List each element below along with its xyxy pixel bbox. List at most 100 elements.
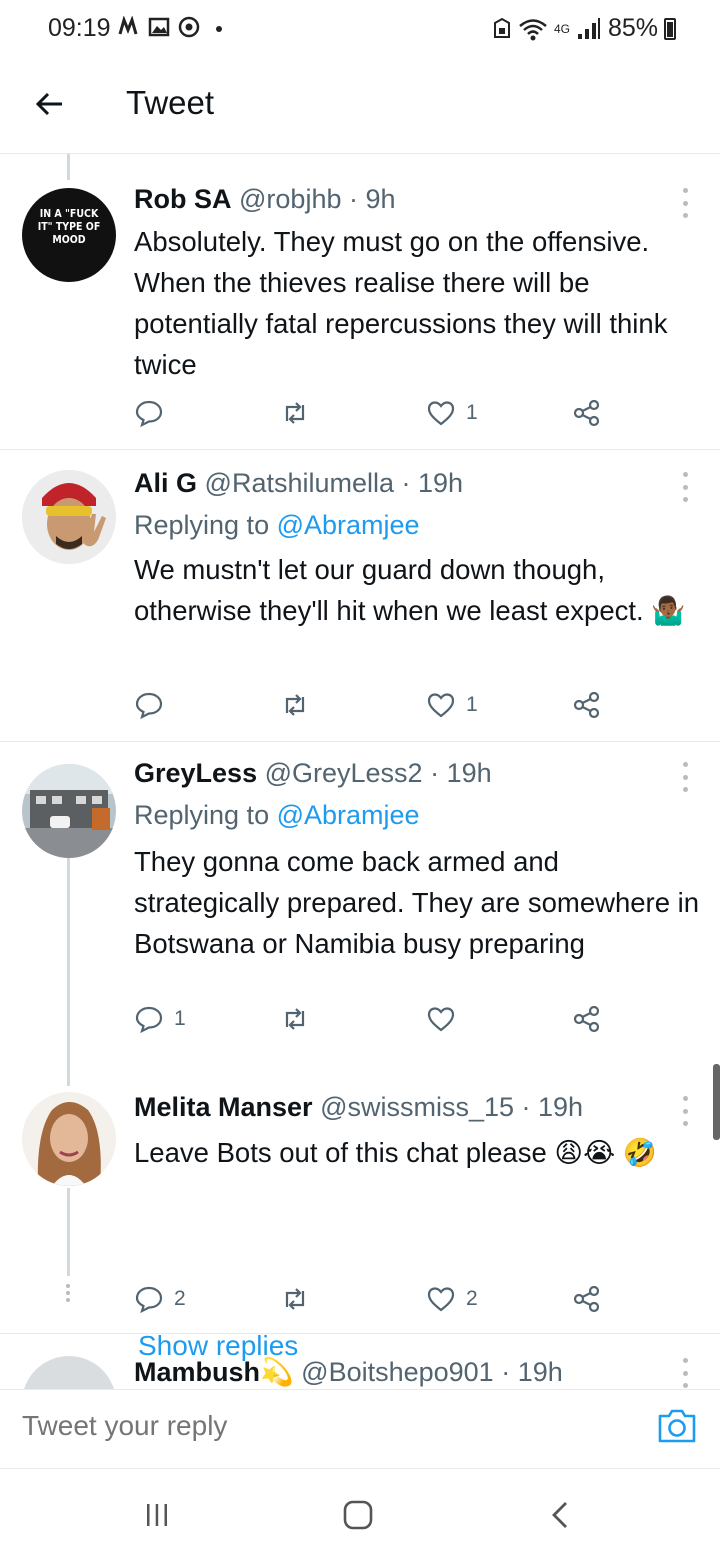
avatar-text: IN A "FUCK IT" TYPE OF MOOD xyxy=(37,208,101,246)
reply-button[interactable] xyxy=(134,398,174,428)
chevron-left-icon xyxy=(552,1502,567,1528)
reply-composer xyxy=(0,1389,720,1469)
tweet-text: They gonna come back armed and strategic… xyxy=(134,846,700,959)
comment-icon xyxy=(135,400,163,428)
battery-icon xyxy=(664,17,676,40)
recent-apps-icon xyxy=(147,1504,167,1526)
author-name[interactable]: Rob SA xyxy=(134,184,232,214)
heart-icon xyxy=(427,1007,455,1032)
like-button[interactable] xyxy=(426,1004,466,1034)
author-name[interactable]: GreyLess xyxy=(134,758,257,788)
tweet-actions: 1 xyxy=(134,690,634,720)
avatar[interactable] xyxy=(22,764,116,858)
thread-gap-indicator xyxy=(66,1284,70,1302)
status-right: 4G 85% xyxy=(492,14,676,43)
author-meta: @Boitshepo901 · 19h xyxy=(301,1357,563,1387)
tweet-header: Rob SA @robjhb · 9h xyxy=(134,184,396,215)
author-name[interactable]: Melita Manser xyxy=(134,1092,313,1122)
tweet-header: Ali G @Ratshilumella · 19h xyxy=(134,468,463,499)
replying-to-label: Replying to xyxy=(134,800,277,830)
author-name[interactable]: Mambush💫 xyxy=(134,1357,294,1387)
like-button[interactable]: 1 xyxy=(426,690,478,720)
avatar-image xyxy=(22,1092,116,1186)
more-options-button[interactable] xyxy=(678,472,692,502)
like-count: 1 xyxy=(466,401,478,424)
more-options-button[interactable] xyxy=(678,188,692,218)
heart-icon xyxy=(427,401,455,426)
share-button[interactable] xyxy=(572,1004,602,1034)
tweet-item[interactable]: IN A "FUCK IT" TYPE OF MOOD Rob SA @robj… xyxy=(0,154,720,450)
reply-button[interactable]: 2 xyxy=(134,1284,186,1314)
status-time: 09:19 xyxy=(48,14,111,42)
more-options-button[interactable] xyxy=(678,762,692,792)
status-bar: 09:19 4G 85% xyxy=(0,0,720,58)
chrome-icon xyxy=(178,16,200,38)
tweet-item[interactable]: Melita Manser @swissmiss_15 · 19h Leave … xyxy=(0,1062,720,1361)
retweet-icon xyxy=(285,694,305,716)
share-button[interactable] xyxy=(572,398,602,428)
retweet-icon xyxy=(285,1008,305,1030)
signal-icon xyxy=(577,17,600,39)
lock-badge-icon xyxy=(493,17,510,38)
comment-icon xyxy=(135,1006,163,1034)
system-nav-bar xyxy=(0,1470,720,1560)
reply-button[interactable] xyxy=(134,690,174,720)
like-count: 2 xyxy=(466,1287,478,1310)
more-options-button[interactable] xyxy=(678,1358,692,1388)
more-options-button[interactable] xyxy=(678,1096,692,1126)
share-icon xyxy=(573,1005,600,1033)
recent-apps-button[interactable] xyxy=(137,1500,177,1530)
tweet-header: GreyLess @GreyLess2 · 19h xyxy=(134,758,492,789)
replying-to-handle[interactable]: @Abramjee xyxy=(277,510,420,540)
share-icon xyxy=(573,399,600,427)
share-button[interactable] xyxy=(572,1284,602,1314)
home-button[interactable] xyxy=(338,1500,378,1530)
tweet-actions: 2 2 xyxy=(134,1284,634,1314)
tweet-text: Leave Bots out of this chat please 😩😭 🤣 xyxy=(134,1137,658,1168)
author-meta: @swissmiss_15 · 19h xyxy=(320,1092,584,1122)
tweet-item[interactable]: Mambush💫 @Boitshepo901 · 19h xyxy=(0,1334,720,1389)
back-button[interactable] xyxy=(28,82,72,126)
back-nav-button[interactable] xyxy=(540,1500,580,1530)
dot-icon xyxy=(216,26,222,32)
share-button[interactable] xyxy=(572,690,602,720)
tweet-item[interactable]: GreyLess @GreyLess2 · 19h Replying to @A… xyxy=(0,742,720,1062)
tweet-text: Absolutely. They must go on the offensiv… xyxy=(134,226,668,380)
reply-input[interactable] xyxy=(22,1404,622,1448)
tweet-item[interactable]: Ali G @Ratshilumella · 19h Replying to @… xyxy=(0,450,720,742)
scrollbar-thumb[interactable] xyxy=(713,1064,720,1140)
avatar[interactable] xyxy=(22,1092,116,1186)
avatar[interactable]: IN A "FUCK IT" TYPE OF MOOD xyxy=(22,188,116,282)
retweet-button[interactable] xyxy=(280,1284,310,1314)
retweet-icon xyxy=(285,1288,305,1310)
heart-icon xyxy=(427,1287,455,1312)
retweet-button[interactable] xyxy=(280,1004,310,1034)
retweet-button[interactable] xyxy=(280,690,310,720)
tweet-feed[interactable]: IN A "FUCK IT" TYPE OF MOOD Rob SA @robj… xyxy=(0,154,720,1389)
tweet-actions: 1 xyxy=(134,1004,634,1034)
author-meta: @Ratshilumella · 19h xyxy=(204,468,464,498)
avatar[interactable] xyxy=(22,470,116,564)
comment-icon xyxy=(135,1286,163,1314)
tweet-text: We mustn't let our guard down though, ot… xyxy=(134,554,686,626)
replying-to: Replying to @Abramjee xyxy=(134,800,420,831)
avatar-image xyxy=(22,764,116,858)
author-meta: @GreyLess2 · 19h xyxy=(264,758,492,788)
like-button[interactable]: 1 xyxy=(426,398,478,428)
tweet-header: Mambush💫 @Boitshepo901 · 19h xyxy=(134,1356,563,1388)
retweet-button[interactable] xyxy=(280,398,310,428)
avatar[interactable] xyxy=(22,1356,116,1389)
battery-percent: 85% xyxy=(607,14,658,42)
author-name[interactable]: Ali G xyxy=(134,468,197,498)
like-button[interactable]: 2 xyxy=(426,1284,478,1314)
reply-button[interactable]: 1 xyxy=(134,1004,186,1034)
camera-button[interactable] xyxy=(656,1406,698,1446)
like-count: 1 xyxy=(466,693,478,716)
network-type: 4G xyxy=(553,21,570,36)
avatar-image xyxy=(22,470,116,564)
gallery-icon xyxy=(148,17,170,37)
replying-to-handle[interactable]: @Abramjee xyxy=(277,800,420,830)
heart-icon xyxy=(427,693,455,718)
page-title: Tweet xyxy=(126,84,215,121)
reply-count: 2 xyxy=(174,1287,186,1310)
